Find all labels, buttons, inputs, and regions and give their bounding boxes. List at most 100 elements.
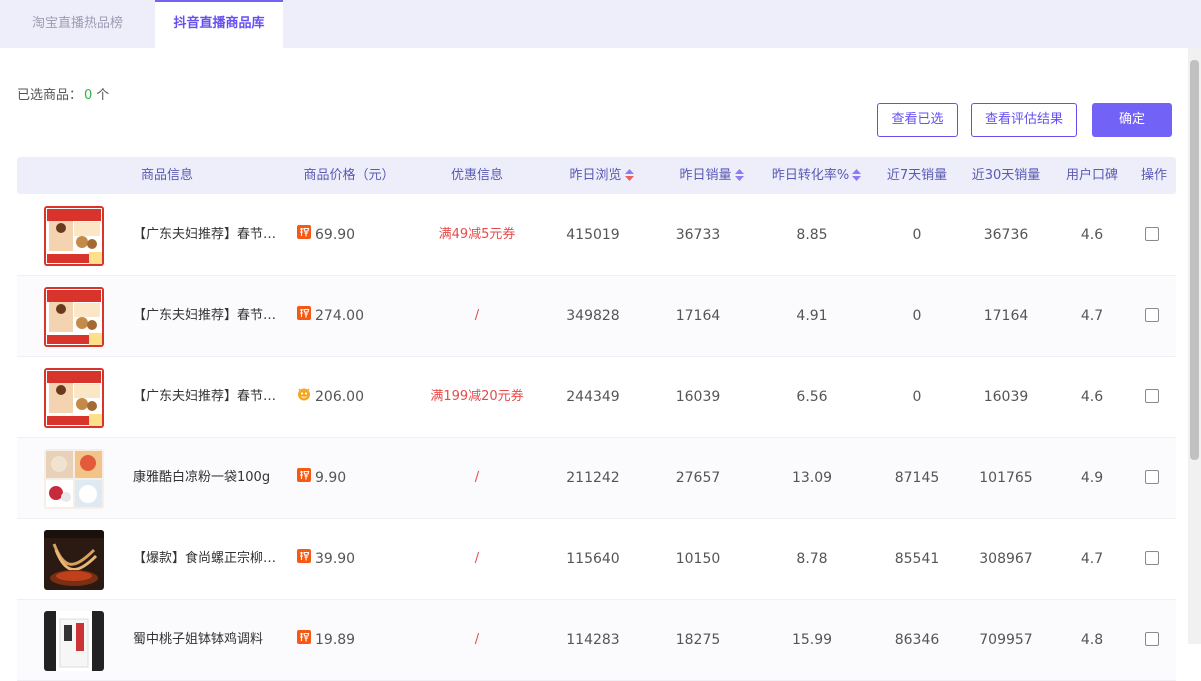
conversion-value: 15.99 bbox=[791, 632, 833, 648]
selected-count-unit: 个 bbox=[96, 88, 110, 103]
header-sales-label: 昨日销量 bbox=[679, 168, 732, 183]
promo-info: / bbox=[474, 308, 480, 323]
table-row: 【广东夫妇推荐】春节坚果大礼包 206.00 满199减20元券 244349 1603… bbox=[17, 357, 1176, 438]
conversion-value: 13.09 bbox=[791, 470, 833, 486]
header-price: 商品价格（元） bbox=[303, 168, 395, 183]
sales-7d-value: 86346 bbox=[894, 632, 940, 648]
header-action: 操作 bbox=[1140, 168, 1167, 183]
product-price: 69.90 bbox=[297, 195, 355, 275]
sales-value: 17164 bbox=[675, 308, 721, 324]
sales-30d-value: 36736 bbox=[983, 227, 1029, 243]
sales-value: 10150 bbox=[675, 551, 721, 567]
price-value: 69.90 bbox=[315, 227, 356, 243]
sales-value: 18275 bbox=[675, 632, 721, 648]
sort-icon[interactable] bbox=[624, 168, 635, 182]
table-row: 【爆款】食尚螺正宗柳州螺蛳粉 39.90 / 115640 10150 8.78 85541… bbox=[17, 519, 1176, 600]
selected-count-value: 0 bbox=[84, 88, 93, 103]
conversion-value: 6.56 bbox=[796, 389, 828, 405]
product-name[interactable]: 【广东夫妇推荐】春节坚果大礼包 bbox=[133, 276, 285, 356]
product-thumbnail[interactable] bbox=[44, 530, 104, 590]
select-checkbox[interactable] bbox=[1145, 308, 1159, 322]
select-checkbox[interactable] bbox=[1145, 389, 1159, 403]
sales-value: 27657 bbox=[675, 470, 721, 486]
price-value: 9.90 bbox=[315, 470, 347, 486]
header-conversion-label: 昨日转化率% bbox=[771, 168, 850, 183]
sales-value: 16039 bbox=[675, 389, 721, 405]
sales-7d-value: 0 bbox=[912, 389, 922, 405]
promo-info: / bbox=[474, 551, 480, 566]
rating-value: 4.6 bbox=[1080, 389, 1104, 405]
sales-30d-value: 308967 bbox=[979, 551, 1033, 567]
sort-icon[interactable] bbox=[734, 168, 745, 182]
taobao-icon bbox=[297, 225, 311, 239]
promo-info: 满199减20元券 bbox=[430, 389, 524, 404]
taobao-icon bbox=[297, 468, 311, 482]
sales-value: 36733 bbox=[675, 227, 721, 243]
product-price: 9.90 bbox=[297, 438, 346, 518]
taobao-icon bbox=[297, 549, 311, 563]
select-checkbox[interactable] bbox=[1145, 227, 1159, 241]
product-name[interactable]: 蜀中桃子姐钵钵鸡调料 bbox=[133, 600, 285, 680]
views-value: 415019 bbox=[566, 227, 620, 243]
scrollbar-thumb[interactable] bbox=[1190, 60, 1199, 460]
tmall-icon bbox=[298, 388, 310, 401]
conversion-value: 8.78 bbox=[796, 551, 828, 567]
product-thumbnail[interactable] bbox=[44, 206, 104, 266]
product-thumbnail[interactable] bbox=[44, 368, 104, 428]
product-price: 206.00 bbox=[297, 357, 364, 437]
product-thumbnail[interactable] bbox=[44, 611, 104, 671]
header-sales-7d: 近7天销量 bbox=[886, 168, 948, 183]
confirm-button[interactable]: 确定 bbox=[1092, 103, 1172, 137]
views-value: 349828 bbox=[566, 308, 620, 324]
sales-30d-value: 16039 bbox=[983, 389, 1029, 405]
conversion-value: 4.91 bbox=[796, 308, 828, 324]
table-header: 商品信息 商品价格（元） 优惠信息 昨日浏览 昨日销量 昨日转化率% 近7天销量… bbox=[17, 157, 1176, 194]
product-name[interactable]: 康雅酷白凉粉一袋100g bbox=[133, 438, 285, 518]
header-rating: 用户口碑 bbox=[1065, 168, 1118, 183]
rating-value: 4.7 bbox=[1080, 308, 1104, 324]
promo-info: / bbox=[474, 470, 480, 485]
sales-30d-value: 17164 bbox=[983, 308, 1029, 324]
product-thumbnail[interactable] bbox=[44, 287, 104, 347]
table-row: 康雅酷白凉粉一袋100g 9.90 / 211242 27657 13.09 87145 10… bbox=[17, 438, 1176, 519]
tab-bar: 淘宝直播热品榜 抖音直播商品库 bbox=[0, 0, 1201, 48]
sales-7d-value: 87145 bbox=[894, 470, 940, 486]
select-checkbox[interactable] bbox=[1145, 470, 1159, 484]
sort-icon[interactable] bbox=[851, 168, 862, 182]
product-name[interactable]: 【广东夫妇推荐】春节坚果大礼包 bbox=[133, 357, 285, 437]
product-price: 39.90 bbox=[297, 519, 355, 599]
view-evaluation-button[interactable]: 查看评估结果 bbox=[971, 103, 1077, 137]
product-thumbnail[interactable] bbox=[44, 449, 104, 509]
views-value: 115640 bbox=[566, 551, 620, 567]
table-row: 【广东夫妇推荐】春节坚果大礼包 274.00 / 349828 17164 4.91 0 17… bbox=[17, 276, 1176, 357]
price-value: 274.00 bbox=[315, 308, 364, 324]
product-name[interactable]: 【广东夫妇推荐】春节坚果大礼包 bbox=[133, 195, 285, 275]
selected-count: 已选商品： 0 个 bbox=[17, 84, 109, 103]
conversion-value: 8.85 bbox=[796, 227, 828, 243]
header-conversion[interactable]: 昨日转化率% bbox=[767, 157, 867, 194]
views-value: 244349 bbox=[566, 389, 620, 405]
rating-value: 4.9 bbox=[1080, 470, 1104, 486]
tab-douyin-live-library[interactable]: 抖音直播商品库 bbox=[155, 0, 283, 48]
header-views-label: 昨日浏览 bbox=[569, 168, 622, 183]
vertical-scrollbar[interactable] bbox=[1188, 48, 1201, 644]
header-sales-30d: 近30天销量 bbox=[971, 168, 1041, 183]
table-row: 蜀中桃子姐钵钵鸡调料 19.89 / 114283 18275 15.99 86346 709… bbox=[17, 600, 1176, 681]
product-name[interactable]: 【爆款】食尚螺正宗柳州螺蛳粉 bbox=[133, 519, 285, 599]
views-value: 211242 bbox=[566, 470, 620, 486]
promo-info: / bbox=[474, 632, 480, 647]
tab-taobao-live-hot[interactable]: 淘宝直播热品榜 bbox=[0, 0, 155, 48]
price-value: 206.00 bbox=[315, 389, 364, 405]
header-sales[interactable]: 昨日销量 bbox=[657, 157, 767, 194]
sales-30d-value: 709957 bbox=[979, 632, 1033, 648]
taobao-icon bbox=[297, 306, 311, 320]
header-promo: 优惠信息 bbox=[450, 168, 503, 183]
taobao-icon bbox=[297, 630, 311, 644]
sales-7d-value: 0 bbox=[912, 227, 922, 243]
sales-7d-value: 0 bbox=[912, 308, 922, 324]
product-price: 274.00 bbox=[297, 276, 364, 356]
view-selected-button[interactable]: 查看已选 bbox=[877, 103, 958, 137]
table-row: 【广东夫妇推荐】春节坚果大礼包 69.90 满49减5元券 415019 36733 8.… bbox=[17, 195, 1176, 276]
select-checkbox[interactable] bbox=[1145, 551, 1159, 565]
header-views[interactable]: 昨日浏览 bbox=[547, 157, 657, 194]
